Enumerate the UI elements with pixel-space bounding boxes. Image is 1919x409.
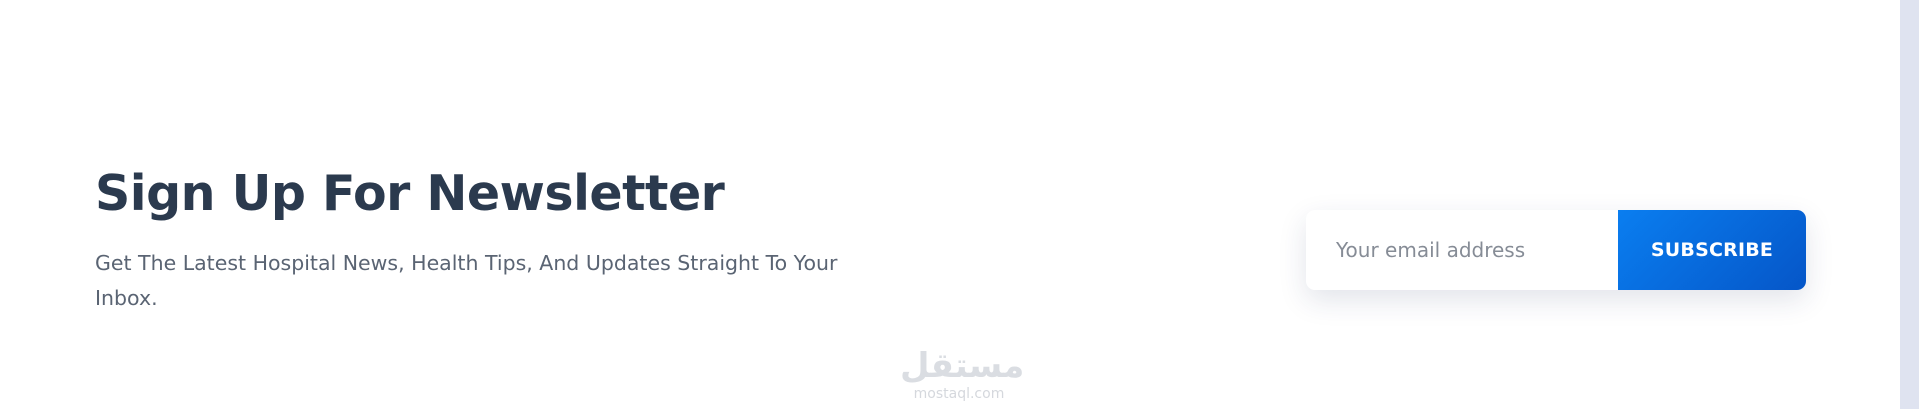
watermark-arabic: مستقل — [900, 346, 1025, 386]
newsletter-title: Sign Up For Newsletter — [95, 165, 725, 222]
email-input[interactable] — [1306, 210, 1618, 290]
subscribe-button[interactable]: SUBSCRIBE — [1618, 210, 1806, 290]
newsletter-subtitle: Get The Latest Hospital News, Health Tip… — [95, 251, 838, 310]
watermark-logo: مستقل mostaql.com — [900, 346, 1025, 402]
watermark-latin: mostaql.com — [913, 386, 1005, 402]
page: Sign Up For Newsletter Get The Latest Ho… — [0, 0, 1900, 409]
newsletter-form: SUBSCRIBE — [1306, 210, 1806, 290]
scrollbar-track[interactable] — [1900, 0, 1919, 409]
